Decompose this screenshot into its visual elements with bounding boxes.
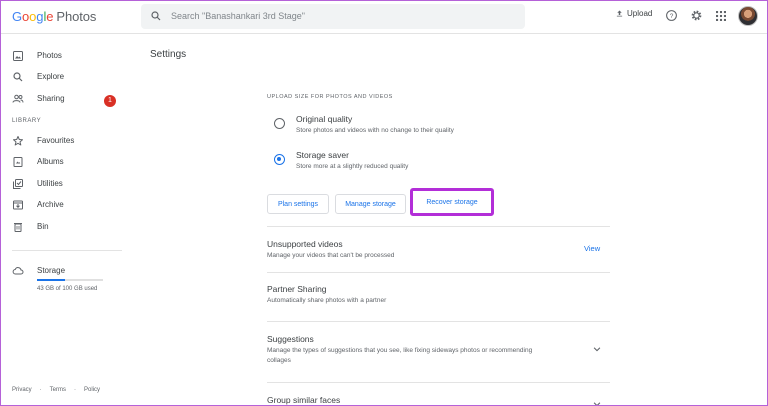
option-title: Original quality	[296, 114, 353, 124]
sidebar-item-albums[interactable]: Albums	[0, 153, 130, 173]
sidebar-item-label: Albums	[37, 157, 64, 166]
photo-icon	[13, 51, 23, 61]
plan-settings-button[interactable]: Plan settings	[267, 194, 329, 214]
upload-button[interactable]: Upload	[615, 9, 652, 18]
sidebar-item-explore[interactable]: Explore	[0, 68, 130, 88]
storage-used-text: 43 GB of 100 GB used	[37, 286, 98, 292]
terms-link[interactable]: Terms	[50, 387, 66, 393]
svg-text:?: ?	[670, 13, 674, 20]
account-avatar[interactable]	[738, 6, 758, 26]
sidebar-item-label: Photos	[37, 51, 62, 60]
utilities-icon	[13, 179, 23, 189]
album-icon	[13, 157, 23, 167]
chevron-down-icon[interactable]	[592, 399, 602, 406]
sidebar-item-utilities[interactable]: Utilities	[0, 175, 130, 195]
library-section-label: LIBRARY	[12, 118, 42, 124]
sharing-notification-badge: 1	[104, 95, 116, 107]
cloud-icon	[12, 267, 24, 275]
archive-icon	[13, 200, 23, 210]
bin-icon	[14, 223, 22, 232]
manage-storage-button[interactable]: Manage storage	[335, 194, 406, 214]
setting-row-suggestions[interactable]: Suggestions Manage the types of suggesti…	[267, 321, 610, 383]
upload-icon	[616, 10, 623, 17]
storage-progress-bar	[37, 279, 103, 281]
sidebar-item-label: Utilities	[37, 179, 63, 188]
search-placeholder: Search "Banashankari 3rd Stage"	[171, 11, 305, 21]
sidebar-item-bin[interactable]: Bin	[0, 218, 130, 238]
upload-label: Upload	[627, 9, 653, 18]
search-icon	[151, 11, 161, 21]
setting-row-unsupported-videos[interactable]: Unsupported videos Manage your videos th…	[267, 226, 610, 272]
storage-progress-fill	[37, 279, 66, 281]
original-quality-radio[interactable]	[274, 118, 285, 129]
storage-label[interactable]: Storage	[37, 266, 65, 275]
upload-size-heading: UPLOAD SIZE FOR PHOTOS AND VIDEOS	[267, 94, 393, 100]
option-title: Storage saver	[296, 150, 349, 160]
chevron-down-icon[interactable]	[592, 344, 602, 354]
search-icon	[13, 72, 23, 82]
policy-link[interactable]: Policy	[84, 387, 100, 393]
sidebar-divider	[12, 250, 122, 251]
sidebar-item-photos[interactable]: Photos	[0, 47, 130, 67]
settings-gear-icon[interactable]	[690, 9, 703, 22]
footer-links: Privacy · Terms · Policy	[12, 387, 100, 393]
option-desc: Store more at a slightly reduced quality	[296, 163, 409, 170]
option-desc: Store photos and videos with no change t…	[296, 127, 454, 134]
top-bar: Google Photos Search "Banashankari 3rd St…	[0, 0, 768, 34]
row-title: Suggestions	[267, 334, 314, 344]
row-desc: Manage your videos that can't be process…	[267, 252, 395, 259]
search-input[interactable]: Search "Banashankari 3rd Stage"	[141, 4, 525, 29]
privacy-link[interactable]: Privacy	[12, 387, 32, 393]
people-icon	[12, 94, 24, 103]
separator-dot: ·	[39, 387, 42, 393]
row-title: Unsupported videos	[267, 239, 343, 249]
sidebar-item-label: Favourites	[37, 136, 75, 145]
star-icon	[13, 136, 23, 146]
storage-saver-radio[interactable]	[274, 154, 285, 165]
recover-storage-button[interactable]: Recover storage	[410, 188, 494, 216]
sidebar-item-label: Sharing	[37, 94, 65, 103]
sidebar: Photos Explore Sharing 1 LIBRARY Favouri…	[0, 35, 140, 406]
sidebar-item-label: Explore	[37, 72, 65, 81]
page-title: Settings	[150, 49, 187, 60]
sidebar-item-favourites[interactable]: Favourites	[0, 132, 130, 152]
help-icon[interactable]: ?	[665, 9, 678, 22]
row-title: Group similar faces	[267, 395, 341, 405]
logo-letter: e	[46, 9, 54, 24]
setting-row-partner-sharing[interactable]: Partner Sharing Automatically share phot…	[267, 272, 610, 320]
apps-grid-icon[interactable]	[716, 11, 726, 21]
sidebar-item-archive[interactable]: Archive	[0, 196, 130, 216]
view-link[interactable]: View	[584, 244, 600, 253]
sidebar-item-label: Archive	[37, 200, 64, 209]
sidebar-item-label: Bin	[37, 222, 49, 231]
logo-product-name: Photos	[56, 9, 97, 24]
logo-letter: G	[12, 9, 23, 24]
option-storage-saver[interactable]: Storage saver Store more at a slightly r…	[274, 150, 594, 176]
option-original-quality[interactable]: Original quality Store photos and videos…	[274, 114, 594, 140]
setting-row-group-similar-faces[interactable]: Group similar faces	[267, 382, 610, 406]
google-photos-logo[interactable]: Google Photos	[12, 9, 96, 24]
row-title: Partner Sharing	[267, 284, 327, 294]
separator-dot: ·	[74, 387, 77, 393]
row-desc: Automatically share photos with a partne…	[267, 297, 387, 304]
row-desc: Manage the types of suggestions that you…	[267, 347, 533, 364]
